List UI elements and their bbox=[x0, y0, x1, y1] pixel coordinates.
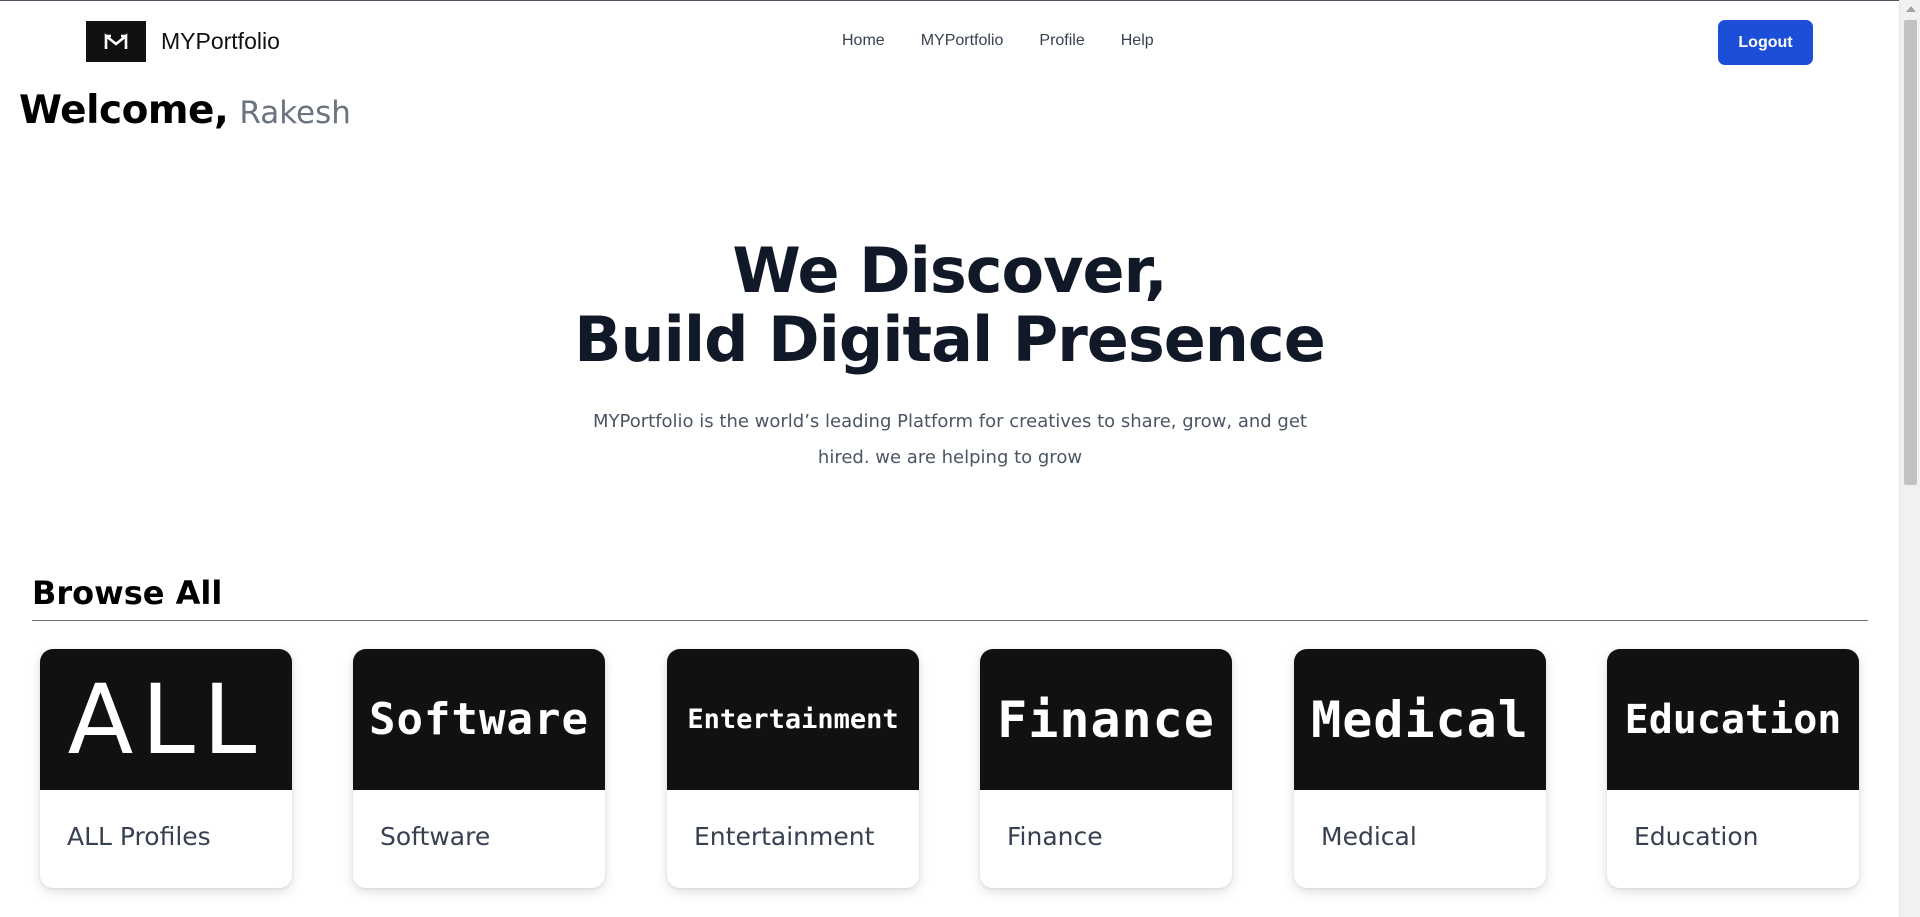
category-card-education[interactable]: Education Education bbox=[1607, 649, 1859, 888]
logout-button[interactable]: Logout bbox=[1718, 20, 1813, 65]
nav-myportfolio[interactable]: MYPortfolio bbox=[921, 32, 1004, 50]
category-card-entertainment[interactable]: Entertainment Entertainment bbox=[667, 649, 919, 888]
navbar: MYPortfolio Home MYPortfolio Profile Hel… bbox=[0, 1, 1899, 81]
category-image-medical: Medical bbox=[1294, 649, 1546, 790]
category-image-software: Software bbox=[353, 649, 605, 790]
category-label-finance: Finance bbox=[1007, 822, 1103, 851]
m-logo-icon bbox=[86, 21, 146, 62]
nav-help[interactable]: Help bbox=[1121, 32, 1154, 50]
category-card-software[interactable]: Software Software bbox=[353, 649, 605, 888]
category-image-education: Education bbox=[1607, 649, 1859, 790]
category-label-medical: Medical bbox=[1321, 822, 1417, 851]
hero-title-line2: Build Digital Presence bbox=[574, 303, 1325, 376]
category-card-medical[interactable]: Medical Medical bbox=[1294, 649, 1546, 888]
category-image-finance: Finance bbox=[980, 649, 1232, 790]
hero-title: We Discover, Build Digital Presence bbox=[0, 236, 1899, 374]
category-label-entertainment: Entertainment bbox=[694, 822, 875, 851]
nav-profile[interactable]: Profile bbox=[1039, 32, 1084, 50]
brand-name: MYPortfolio bbox=[161, 28, 280, 54]
category-label-all: ALL Profiles bbox=[67, 822, 211, 851]
hero-subtitle: MYPortfolio is the world’s leading Platf… bbox=[592, 411, 1307, 468]
welcome-heading: Welcome, Rakesh bbox=[19, 88, 351, 133]
category-label-software: Software bbox=[380, 822, 491, 851]
browse-title: Browse All bbox=[32, 574, 223, 612]
page-scrollbar[interactable] bbox=[1899, 0, 1920, 917]
category-label-education: Education bbox=[1634, 822, 1759, 851]
welcome-label: Welcome, bbox=[19, 88, 229, 133]
arrow-up-icon[interactable] bbox=[1906, 6, 1916, 12]
category-card-finance[interactable]: Finance Finance bbox=[980, 649, 1232, 888]
brand[interactable]: MYPortfolio bbox=[86, 21, 280, 62]
main-nav: Home MYPortfolio Profile Help bbox=[842, 32, 1190, 50]
scrollbar-thumb[interactable] bbox=[1904, 20, 1917, 485]
category-card-all[interactable]: ALL ALL Profiles bbox=[40, 649, 292, 888]
user-name: Rakesh bbox=[239, 95, 351, 131]
hero-title-line1: We Discover, bbox=[732, 234, 1167, 307]
category-image-entertainment: Entertainment bbox=[667, 649, 919, 790]
category-image-all: ALL bbox=[40, 649, 292, 790]
browse-divider bbox=[32, 620, 1868, 621]
nav-home[interactable]: Home bbox=[842, 32, 885, 50]
